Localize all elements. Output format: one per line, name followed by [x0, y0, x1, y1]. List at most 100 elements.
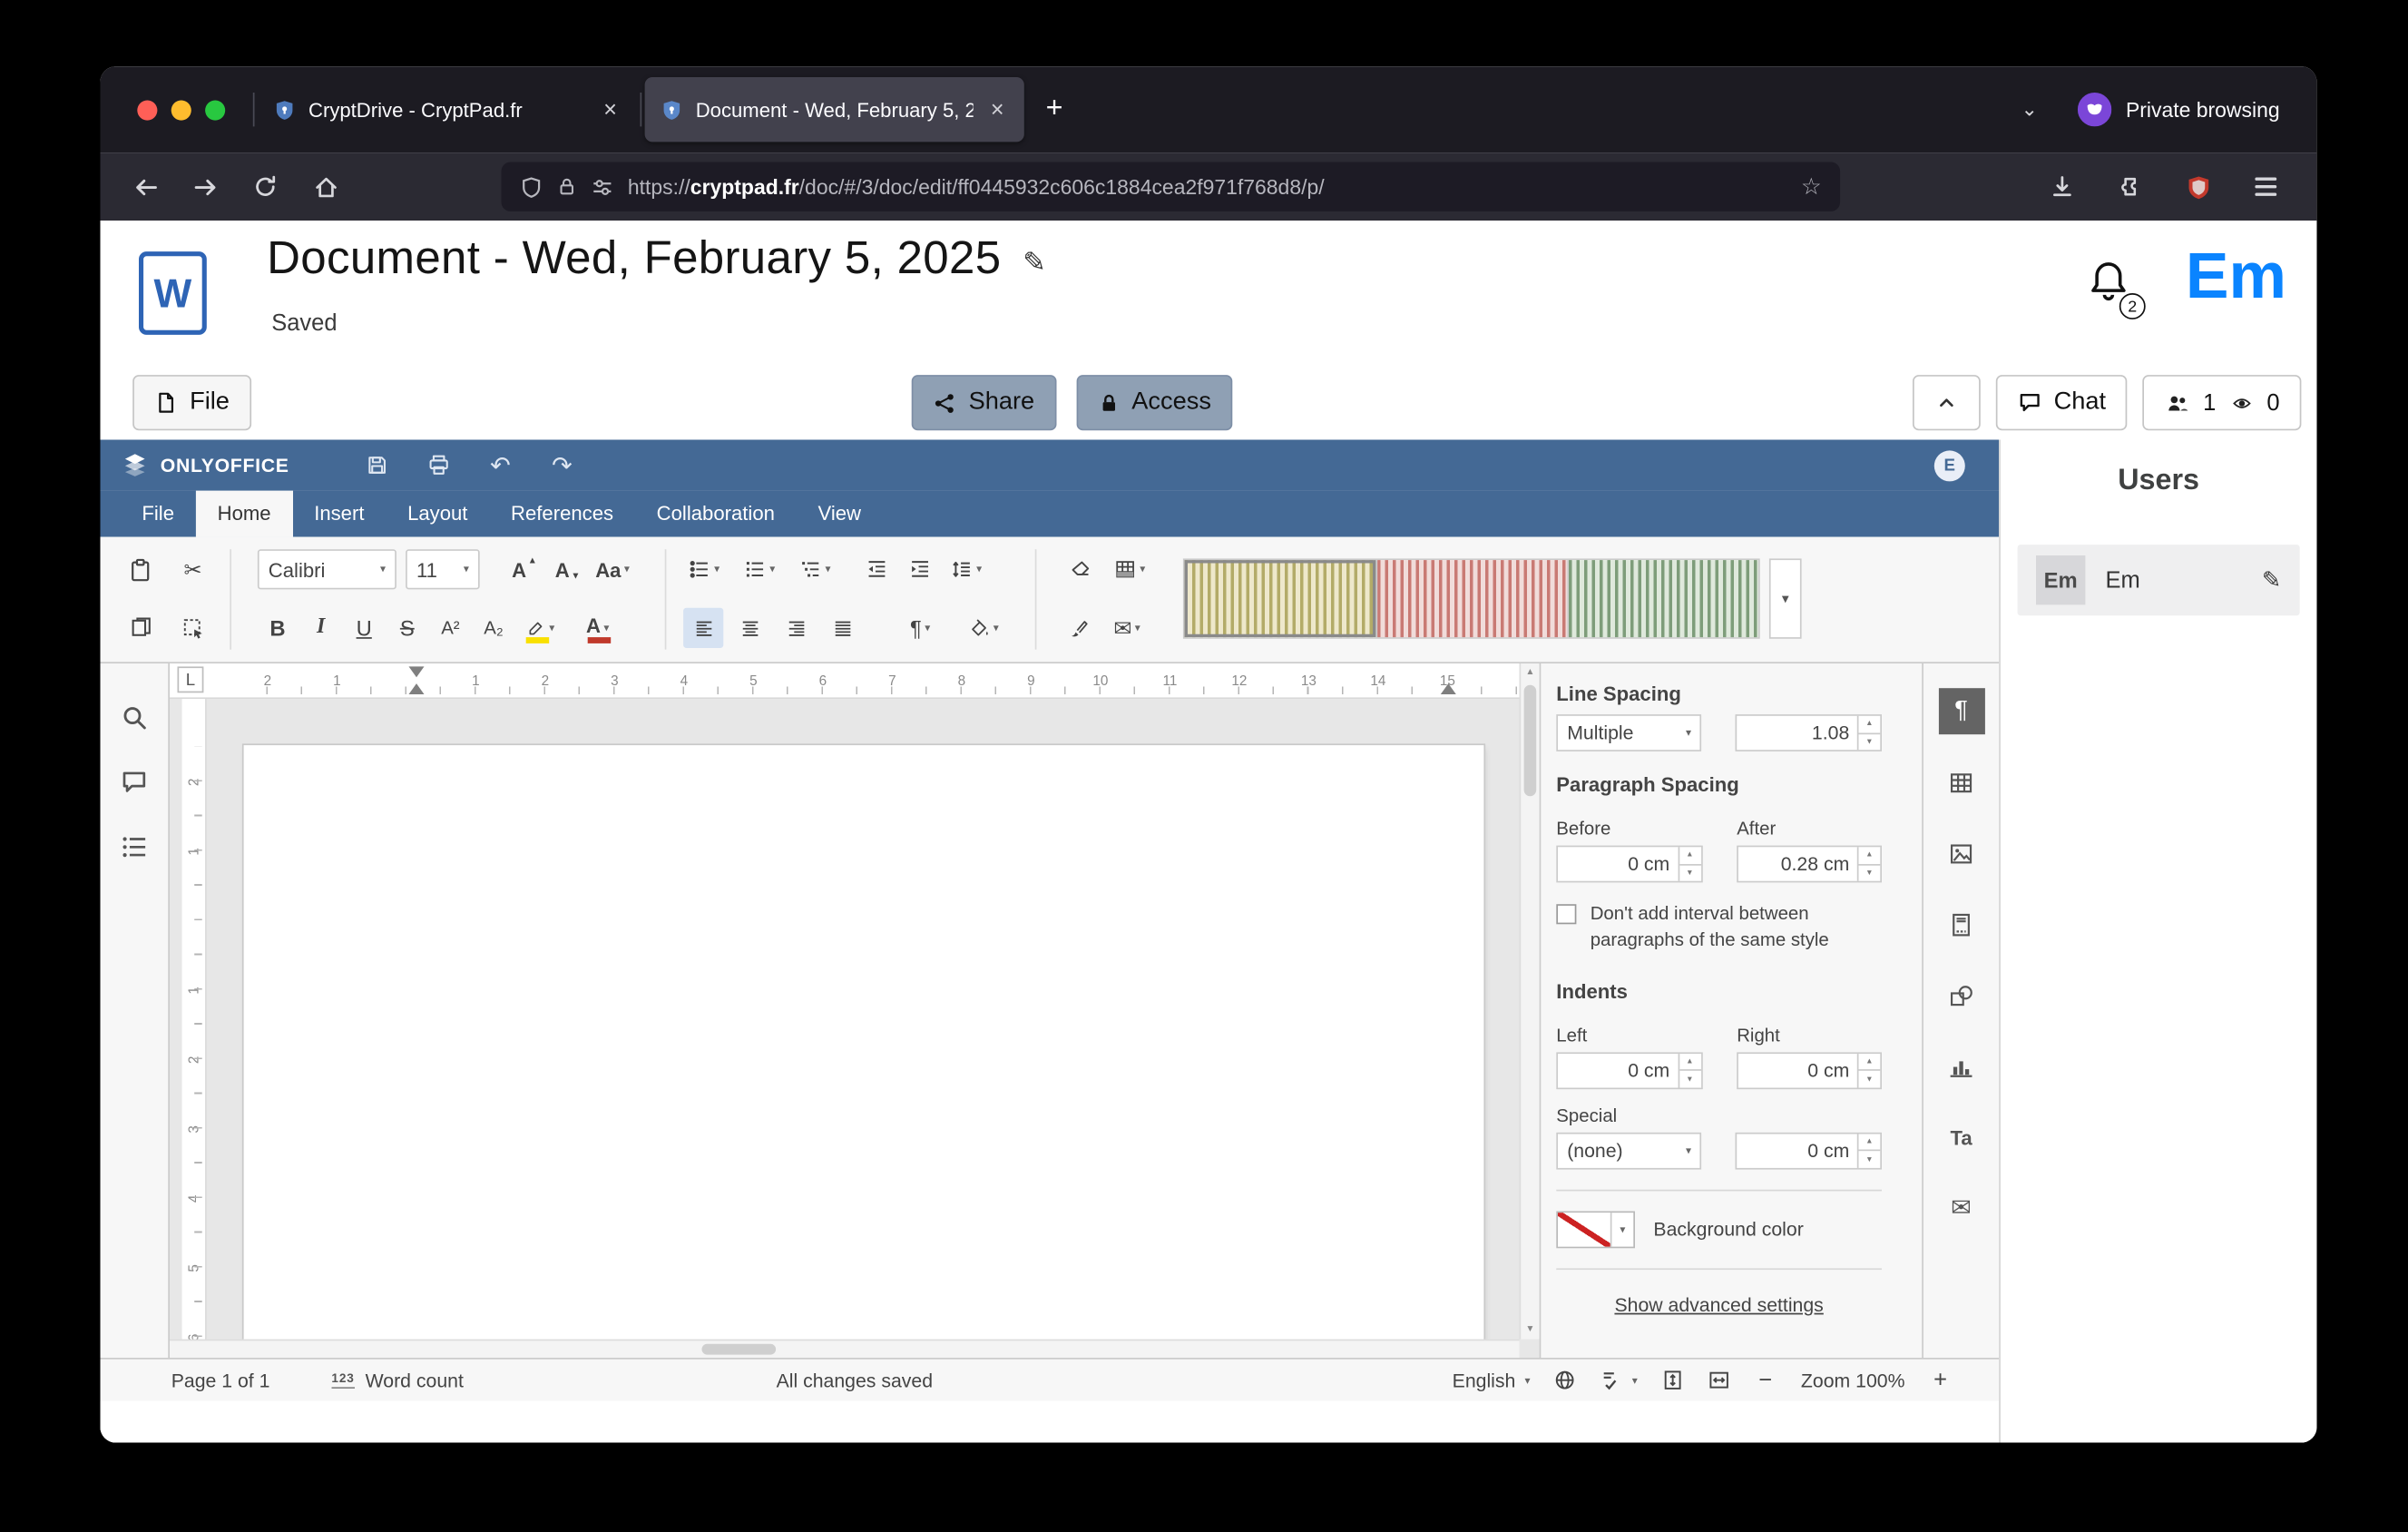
- increase-indent-button[interactable]: [899, 549, 939, 589]
- new-tab-button[interactable]: +: [1027, 93, 1082, 126]
- interval-checkbox[interactable]: [1556, 904, 1576, 924]
- close-tab-icon[interactable]: ×: [986, 96, 1009, 123]
- comments-button[interactable]: [121, 769, 149, 797]
- shape-settings-tab[interactable]: [1938, 972, 1984, 1018]
- fit-width-button[interactable]: [1707, 1369, 1730, 1392]
- copy-button[interactable]: [119, 608, 162, 648]
- spacing-after-spinner[interactable]: 0.28 cm ▲▼: [1736, 846, 1882, 883]
- editor-menu-tab[interactable]: Layout: [386, 491, 489, 537]
- font-color-button[interactable]: A ▾: [582, 608, 637, 648]
- editor-menu-tab[interactable]: View: [797, 491, 883, 537]
- undo-button[interactable]: ↶: [480, 447, 520, 484]
- drive-file-button[interactable]: File: [132, 375, 251, 430]
- right-indent-marker[interactable]: [1441, 683, 1456, 694]
- copy-style-button[interactable]: [1060, 608, 1100, 648]
- zoom-level[interactable]: Zoom 100%: [1801, 1370, 1905, 1391]
- horizontal-scrollbar[interactable]: [170, 1340, 1520, 1358]
- spacing-before-spinner[interactable]: 0 cm ▲▼: [1556, 846, 1702, 883]
- tracking-shield-icon[interactable]: [520, 175, 543, 199]
- background-color-dropdown[interactable]: ▾: [1610, 1213, 1634, 1246]
- style-preview[interactable]: [1567, 560, 1758, 637]
- strikethrough-button[interactable]: S: [387, 608, 427, 648]
- subscript-button[interactable]: A₂: [474, 608, 514, 648]
- bullet-list-button[interactable]: ▾: [683, 549, 736, 589]
- user-avatar-initials[interactable]: Em: [2186, 240, 2286, 314]
- fit-page-button[interactable]: [1660, 1369, 1684, 1392]
- background-color-button[interactable]: ▾: [1556, 1211, 1635, 1248]
- spinner-arrows[interactable]: ▲▼: [1857, 1134, 1881, 1167]
- shading-button[interactable]: ▾: [1109, 549, 1164, 589]
- decrease-indent-button[interactable]: [857, 549, 896, 589]
- line-spacing-select[interactable]: Multiple ▾: [1556, 714, 1702, 751]
- bold-button[interactable]: B: [258, 608, 298, 648]
- indent-right-spinner[interactable]: 0 cm ▲▼: [1736, 1052, 1882, 1089]
- indent-left-spinner[interactable]: 0 cm ▲▼: [1556, 1052, 1702, 1089]
- numbered-list-button[interactable]: ▾: [739, 549, 791, 589]
- navigation-button[interactable]: [121, 833, 149, 861]
- back-button[interactable]: [119, 162, 171, 211]
- document-language-button[interactable]: [1553, 1369, 1577, 1392]
- minimize-window-button[interactable]: [171, 100, 191, 120]
- close-window-button[interactable]: [137, 100, 157, 120]
- special-indent-spinner[interactable]: 0 cm ▲▼: [1736, 1132, 1882, 1169]
- align-justify-button[interactable]: [822, 608, 862, 648]
- first-line-indent-marker[interactable]: [409, 666, 425, 677]
- cut-button[interactable]: ✂: [171, 549, 215, 589]
- lock-icon[interactable]: [557, 176, 577, 198]
- find-button[interactable]: [121, 703, 149, 732]
- bookmark-star-icon[interactable]: ☆: [1801, 172, 1822, 201]
- decrease-font-button[interactable]: A▼: [548, 549, 588, 589]
- notifications-button[interactable]: 2: [2087, 258, 2139, 319]
- spinner-arrows[interactable]: ▲▼: [1857, 1054, 1881, 1087]
- special-indent-select[interactable]: (none) ▾: [1556, 1132, 1702, 1169]
- collapse-toolbar-button[interactable]: [1912, 375, 1980, 430]
- zoom-in-button[interactable]: +: [1928, 1367, 1953, 1393]
- text-art-settings-tab[interactable]: Ta: [1938, 1114, 1984, 1160]
- document-page[interactable]: [244, 745, 1484, 1358]
- superscript-button[interactable]: A²: [430, 608, 470, 648]
- userlist-button[interactable]: 1 0: [2143, 375, 2302, 430]
- spinner-arrows[interactable]: ▲▼: [1857, 716, 1881, 750]
- editor-user-avatar[interactable]: E: [1934, 450, 1965, 481]
- background-color-swatch[interactable]: [1558, 1213, 1610, 1246]
- clear-style-button[interactable]: [1060, 549, 1100, 589]
- ublock-button[interactable]: [2172, 162, 2225, 211]
- language-select[interactable]: English ▾: [1453, 1370, 1531, 1391]
- editor-menu-tab[interactable]: Insert: [292, 491, 386, 537]
- spellcheck-button[interactable]: ▾: [1600, 1369, 1638, 1392]
- list-all-tabs-icon[interactable]: ⌄: [2021, 97, 2039, 122]
- reload-button[interactable]: [240, 162, 292, 211]
- style-preview-selected[interactable]: [1185, 560, 1376, 637]
- line-spacing-value-spinner[interactable]: 1.08 ▲▼: [1736, 714, 1882, 751]
- scroll-up-arrow[interactable]: ▲: [1521, 668, 1539, 677]
- nonprinting-chars-button[interactable]: ¶ ▾: [905, 608, 958, 648]
- table-settings-tab[interactable]: [1938, 759, 1984, 805]
- downloads-button[interactable]: [2036, 162, 2089, 211]
- image-settings-tab[interactable]: [1938, 830, 1984, 877]
- redo-button[interactable]: ↷: [542, 447, 582, 484]
- spinner-arrows[interactable]: ▲▼: [1857, 847, 1881, 880]
- editor-menu-tab[interactable]: Collaboration: [635, 491, 797, 537]
- font-name-select[interactable]: Calibri ▾: [258, 549, 396, 589]
- style-preview[interactable]: [1375, 560, 1567, 637]
- style-gallery-expand-button[interactable]: ▾: [1769, 558, 1802, 638]
- underline-button[interactable]: U: [344, 608, 384, 648]
- permissions-icon[interactable]: [591, 175, 614, 199]
- share-button[interactable]: Share: [912, 375, 1056, 430]
- multilevel-list-button[interactable]: ▾: [795, 549, 847, 589]
- home-button[interactable]: [299, 162, 352, 211]
- app-menu-button[interactable]: [2239, 162, 2292, 211]
- spinner-arrows[interactable]: ▲▼: [1678, 1054, 1701, 1087]
- select-all-button[interactable]: [171, 608, 215, 648]
- align-right-button[interactable]: [776, 608, 816, 648]
- close-tab-icon[interactable]: ×: [599, 96, 622, 123]
- url-bar[interactable]: https://cryptpad.fr/doc/#/3/doc/edit/ff0…: [502, 162, 1841, 211]
- zoom-out-button[interactable]: −: [1753, 1367, 1777, 1393]
- horizontal-scroll-thumb[interactable]: [702, 1344, 777, 1355]
- highlight-color-button[interactable]: ▾: [520, 608, 575, 648]
- paragraph-settings-tab[interactable]: ¶: [1938, 688, 1984, 734]
- paragraph-color-button[interactable]: ▾: [964, 608, 1020, 648]
- word-count-button[interactable]: 123 Word count: [331, 1370, 463, 1391]
- align-left-button[interactable]: [683, 608, 723, 648]
- forward-button[interactable]: [179, 162, 231, 211]
